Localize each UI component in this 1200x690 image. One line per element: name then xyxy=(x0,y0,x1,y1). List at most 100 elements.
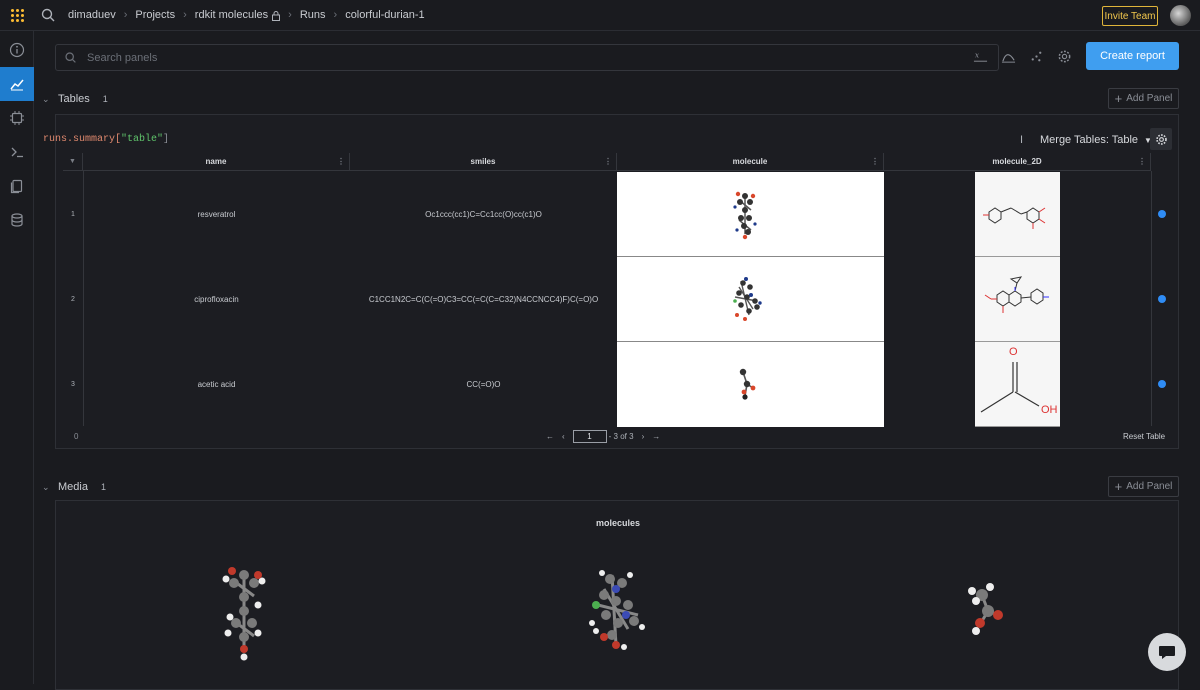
outliers-icon[interactable] xyxy=(1028,48,1045,65)
first-page-icon[interactable]: ← xyxy=(546,432,554,441)
plus-icon: + xyxy=(1114,91,1123,106)
workspace: x Create report ⌄ Tables 1 + Add Panel r… xyxy=(34,31,1200,690)
next-page-icon[interactable]: › xyxy=(642,432,645,441)
column-menu-icon[interactable]: ⋮ xyxy=(604,157,612,166)
info-icon[interactable] xyxy=(0,33,34,67)
row-count: 0 xyxy=(74,432,79,441)
table-query[interactable]: runs.summary["table"] xyxy=(43,134,169,145)
chevron-right-icon: › xyxy=(288,9,292,21)
breadcrumb-projects[interactable]: Projects xyxy=(135,9,175,21)
column-header-molecule-2d[interactable]: molecule_2D ⋮ xyxy=(884,153,1151,171)
add-panel-label: Add Panel xyxy=(1126,481,1173,492)
cell-name[interactable]: ciprofloxacin xyxy=(83,257,350,342)
cell-smiles[interactable]: CC(=O)O xyxy=(350,342,617,427)
reset-table-button[interactable]: Reset Table xyxy=(1123,432,1165,441)
hydroxyl-label: OH xyxy=(1041,404,1058,416)
left-nav xyxy=(0,31,34,684)
wandb-logo[interactable] xyxy=(0,0,34,31)
search-panels-bar[interactable] xyxy=(55,44,999,71)
cell-smiles[interactable]: Oc1ccc(cc1)C=Cc1cc(O)cc(c1)O xyxy=(350,172,617,257)
merge-tables-label: Merge Tables: Table xyxy=(1040,134,1139,146)
breadcrumb-user[interactable]: dimaduev xyxy=(68,9,116,21)
database-icon[interactable] xyxy=(0,203,34,237)
column-molecule-2d-label: molecule_2D xyxy=(992,157,1042,166)
molecule-render-resveratrol xyxy=(222,567,266,661)
molecule-2d-image xyxy=(975,172,1060,257)
last-page-icon[interactable]: → xyxy=(652,432,660,441)
prev-page-icon[interactable]: ‹ xyxy=(562,432,565,441)
column-header-name[interactable]: name ⋮ xyxy=(83,153,350,171)
page-of-label: - 3 of 3 xyxy=(608,432,634,441)
file-icon[interactable] xyxy=(0,169,34,203)
column-menu-icon[interactable]: ⋮ xyxy=(337,157,345,166)
tables-section-count: 1 xyxy=(102,94,108,104)
molecule-3d-viewer[interactable] xyxy=(617,257,884,342)
avatar[interactable] xyxy=(1170,5,1191,26)
plus-icon: + xyxy=(1114,479,1123,494)
add-panel-label: Add Panel xyxy=(1126,93,1173,104)
row-index: 3 xyxy=(71,381,75,388)
create-report-button[interactable]: Create report xyxy=(1086,42,1179,70)
merge-tables-dropdown[interactable]: Merge Tables: Table ▼ xyxy=(1040,134,1152,146)
chip-icon[interactable] xyxy=(0,101,34,135)
search-icon[interactable] xyxy=(40,7,56,23)
column-header-molecule[interactable]: molecule ⋮ xyxy=(617,153,884,171)
column-header-smiles[interactable]: smiles ⋮ xyxy=(350,153,617,171)
row-index: 1 xyxy=(71,211,75,218)
molecule-3d-viewer[interactable] xyxy=(617,342,884,427)
add-panel-button[interactable]: + Add Panel xyxy=(1108,88,1179,109)
tables-section-header[interactable]: ⌄ Tables 1 xyxy=(42,93,108,105)
chevron-right-icon: › xyxy=(183,9,187,21)
breadcrumb: dimaduev › Projects › rdkit molecules › … xyxy=(68,9,425,21)
oxygen-label: O xyxy=(1009,346,1018,358)
row-status-dot xyxy=(1158,380,1166,388)
x-axis-icon[interactable]: x xyxy=(972,48,989,65)
query-key: "table" xyxy=(121,134,164,145)
breadcrumb-project[interactable]: rdkit molecules xyxy=(195,9,268,21)
column-menu-icon[interactable]: ⋮ xyxy=(871,157,879,166)
text-cursor-icon: I xyxy=(1020,134,1024,146)
gear-icon[interactable] xyxy=(1056,48,1073,65)
breadcrumb-run[interactable]: colorful-durian-1 xyxy=(345,9,424,21)
chart-icon[interactable] xyxy=(0,67,34,101)
chevron-right-icon: › xyxy=(333,9,338,21)
row-index: 2 xyxy=(71,296,75,303)
invite-team-button[interactable]: Invite Team xyxy=(1102,6,1158,26)
add-panel-button[interactable]: + Add Panel xyxy=(1108,476,1179,497)
media-section-count: 1 xyxy=(100,482,106,492)
chevron-down-icon[interactable]: ⌄ xyxy=(42,482,52,493)
row-status-dot xyxy=(1158,295,1166,303)
chevron-right-icon: › xyxy=(123,9,128,21)
molecule-3d-viewer[interactable] xyxy=(617,172,884,257)
molecule-render-ciprofloxacin xyxy=(589,570,645,650)
svg-text:x: x xyxy=(975,50,980,59)
pagination: ← ‹ 1 - 3 of 3 › → xyxy=(546,430,660,443)
media-section-header[interactable]: ⌄ Media 1 xyxy=(42,481,106,493)
tables-section-title: Tables xyxy=(58,93,90,105)
cell-smiles[interactable]: C1CC1N2C=C(C(=O)C3=CC(=C(C=C32)N4CCNCC4)… xyxy=(350,257,617,342)
gear-icon xyxy=(1155,133,1167,145)
query-suffix: ] xyxy=(163,134,170,145)
column-smiles-label: smiles xyxy=(470,157,496,166)
search-icon xyxy=(65,52,76,63)
page-number-input[interactable]: 1 xyxy=(572,430,607,443)
terminal-icon[interactable] xyxy=(0,135,34,169)
chat-button[interactable] xyxy=(1148,633,1186,671)
search-panels-input[interactable] xyxy=(87,51,887,64)
chevron-down-icon[interactable]: ⌄ xyxy=(42,94,52,105)
table-settings-button[interactable] xyxy=(1150,128,1172,150)
lock-icon xyxy=(272,10,281,21)
column-molecule-label: molecule xyxy=(732,157,768,166)
chat-icon xyxy=(1159,646,1175,659)
media-panel-title: molecules xyxy=(596,518,641,528)
breadcrumb-runs[interactable]: Runs xyxy=(300,9,326,21)
sort-toggle[interactable]: ▼ xyxy=(63,153,83,171)
media-section-title: Media xyxy=(58,481,88,493)
top-bar: dimaduev › Projects › rdkit molecules › … xyxy=(0,0,1200,31)
row-status-dot xyxy=(1158,210,1166,218)
cell-name[interactable]: resveratrol xyxy=(83,172,350,257)
smoothing-icon[interactable] xyxy=(1000,48,1017,65)
query-prefix: runs.summary[ xyxy=(43,134,122,145)
column-menu-icon[interactable]: ⋮ xyxy=(1138,157,1146,166)
cell-name[interactable]: acetic acid xyxy=(83,342,350,427)
